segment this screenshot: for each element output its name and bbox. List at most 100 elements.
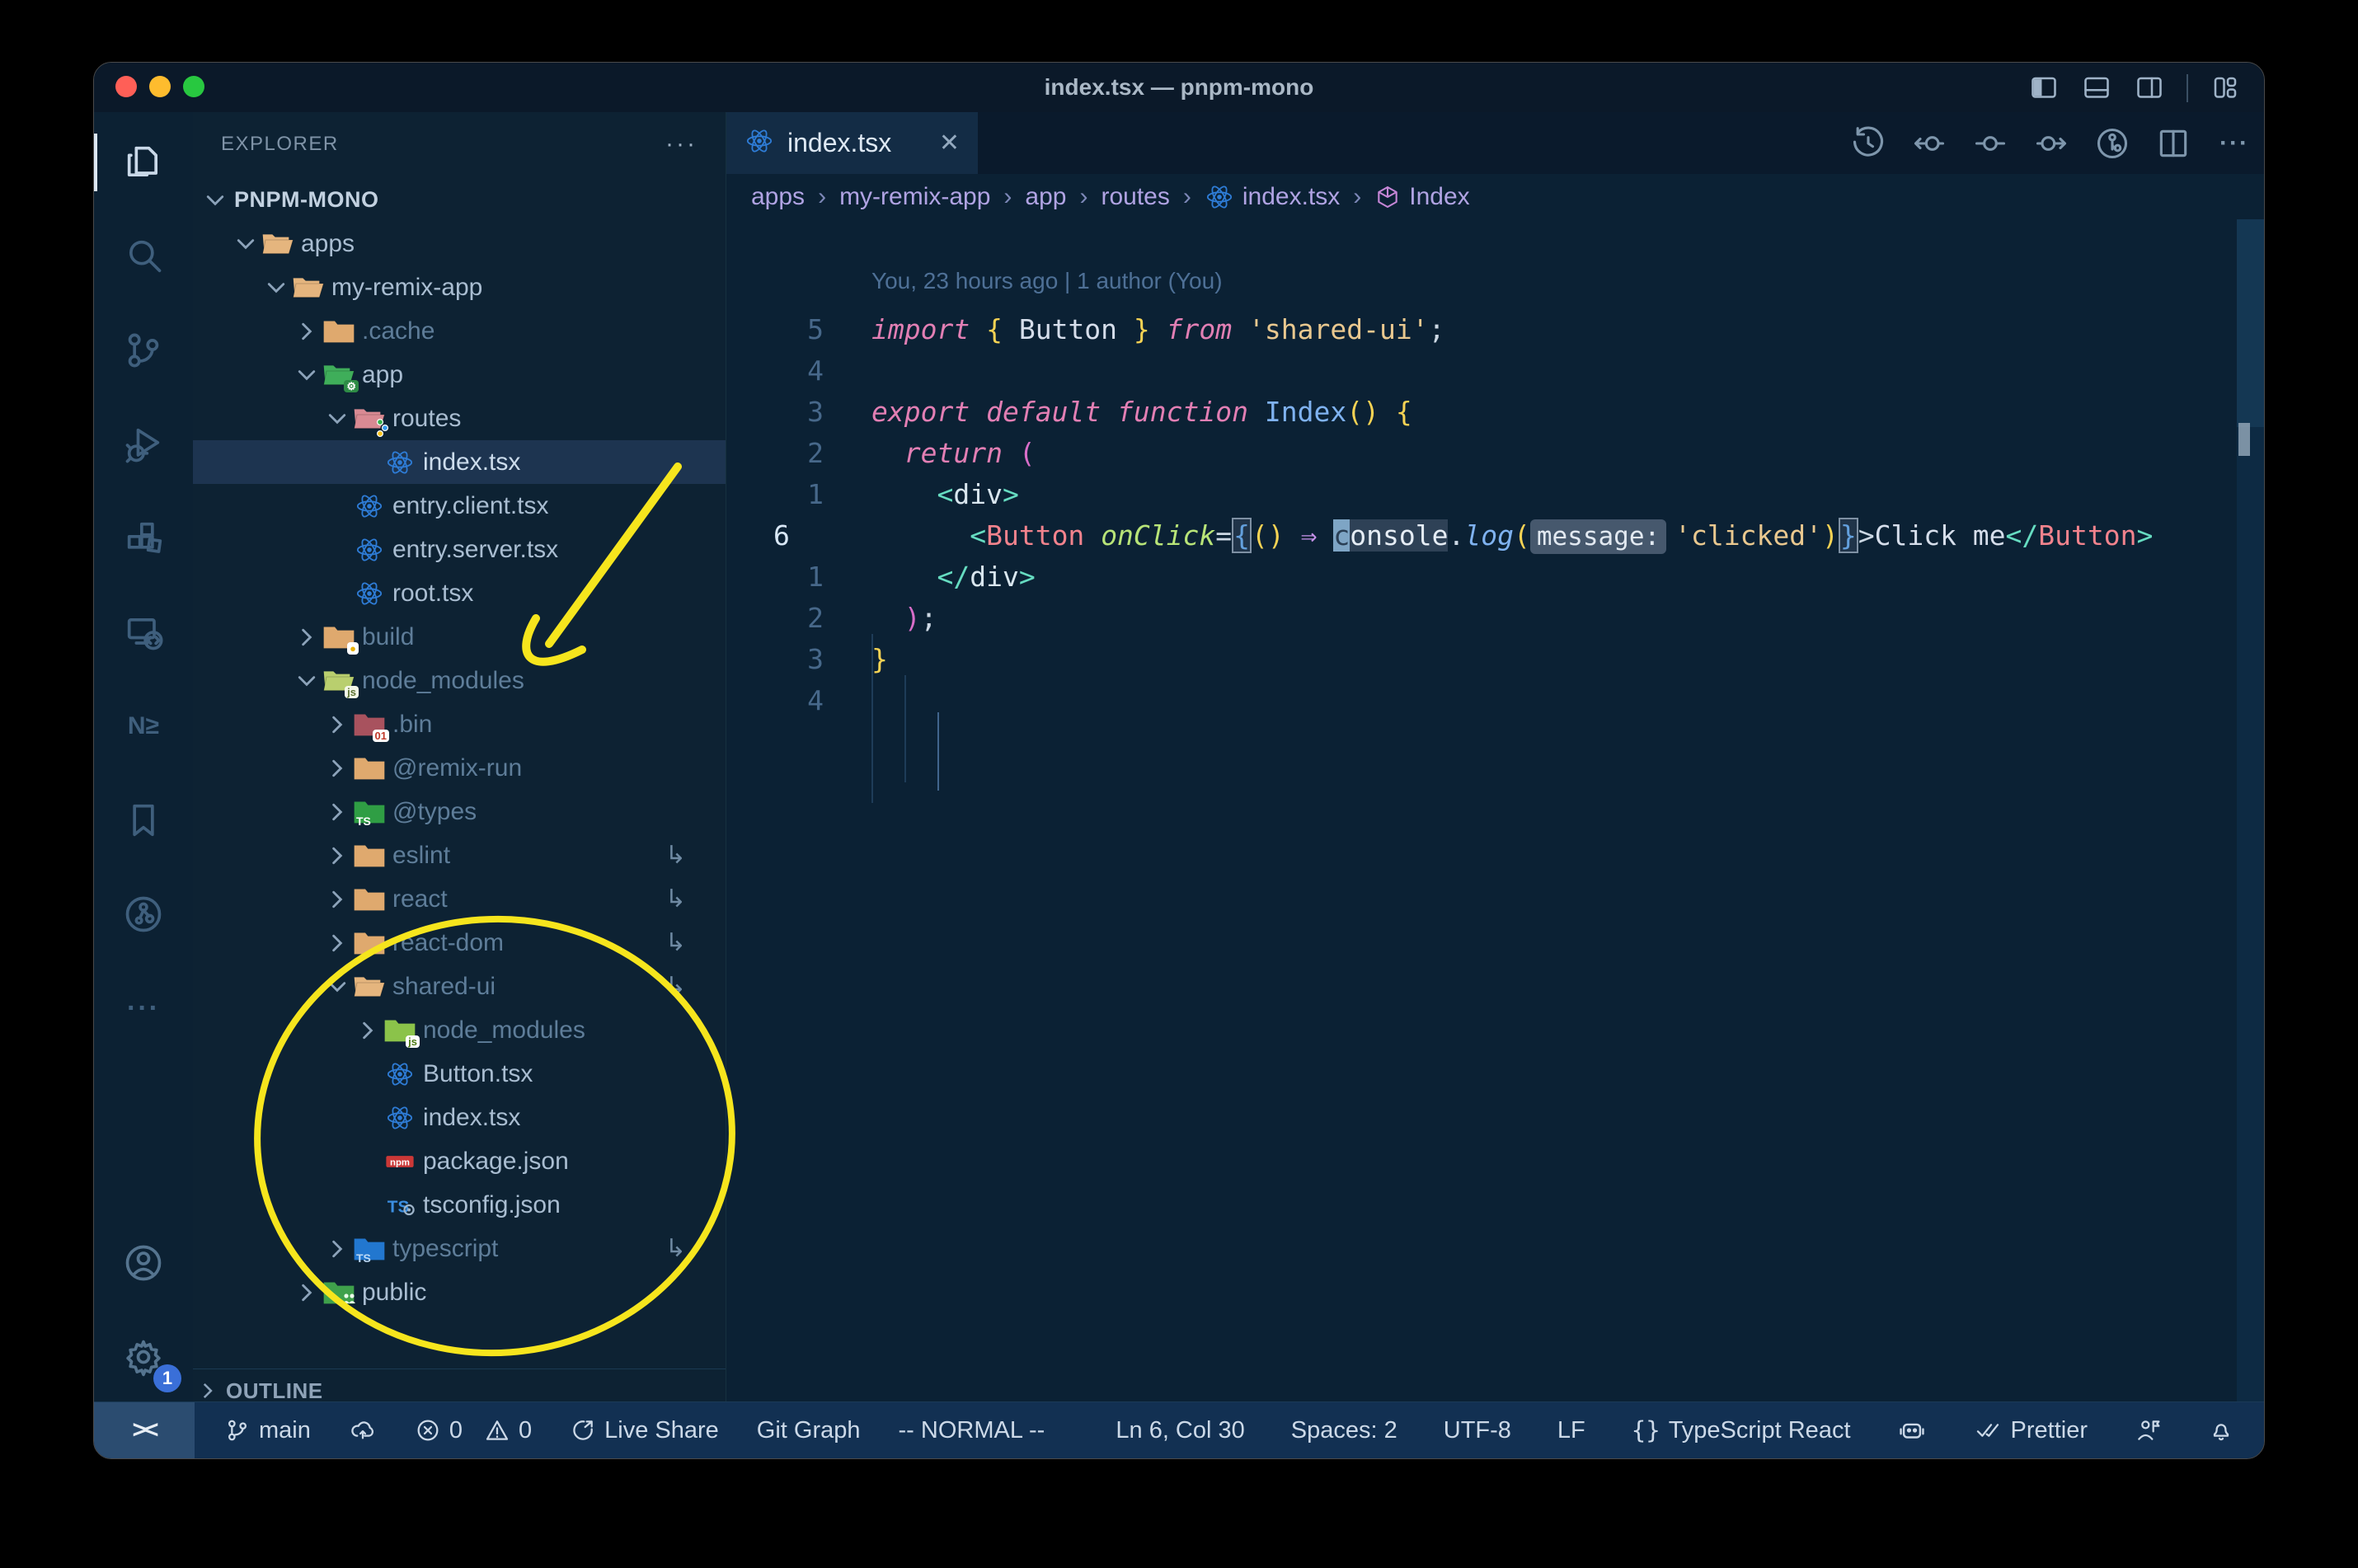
tree-item-package-json[interactable]: npm package.json <box>193 1139 726 1183</box>
tree-item-routes[interactable]: routes <box>193 397 726 440</box>
tree-item-eslint[interactable]: eslint ↳ <box>193 833 726 877</box>
status-feedback[interactable] <box>2129 1402 2167 1458</box>
git-graph-icon[interactable] <box>2094 125 2130 162</box>
activity-bookmarks-icon[interactable] <box>94 773 193 867</box>
tree-item-entry-client-tsx[interactable]: entry.client.tsx <box>193 484 726 528</box>
tree-item-node-modules[interactable]: js node_modules <box>193 659 726 702</box>
timeline-icon[interactable] <box>1850 125 1886 162</box>
open-changes-icon[interactable] <box>1911 125 1947 162</box>
scrollbar-thumb[interactable] <box>2237 219 2264 427</box>
tree-item--remix-run[interactable]: @remix-run <box>193 746 726 790</box>
status-notifications[interactable] <box>2203 1402 2239 1458</box>
status-git-graph[interactable]: Git Graph <box>752 1402 866 1458</box>
tab-close-icon[interactable]: ✕ <box>939 129 960 157</box>
customize-layout-button[interactable] <box>2210 74 2241 102</box>
explorer-more-actions[interactable]: ··· <box>665 130 698 158</box>
activity-extensions-icon[interactable] <box>94 491 193 585</box>
activity-explorer-icon[interactable] <box>94 115 193 209</box>
code-line[interactable]: 5 import { Button } from 'shared-ui'; <box>726 308 2264 350</box>
code-line[interactable]: 3 export default function Index() { <box>726 391 2264 432</box>
status-errors[interactable]: 0 <box>410 1402 467 1458</box>
code-line[interactable]: 1 <div> <box>726 473 2264 514</box>
activity-search-icon[interactable] <box>94 209 193 303</box>
tree-item-label: @types <box>392 797 477 825</box>
activity-more-views-icon[interactable]: ··· <box>94 961 193 1055</box>
tree-item-root-tsx[interactable]: root.tsx <box>193 571 726 615</box>
settings-badge: 1 <box>153 1364 181 1392</box>
activity-accounts-icon[interactable] <box>94 1216 193 1310</box>
status-git-branch[interactable]: main <box>219 1402 316 1458</box>
previous-change-icon[interactable] <box>1972 125 2008 162</box>
tree-item-build[interactable]: ● build <box>193 615 726 659</box>
code-line[interactable]: 6 <Button onClick={() ⇒ console.log(mess… <box>726 514 2264 556</box>
split-editor-icon[interactable] <box>2155 125 2191 162</box>
breadcrumb-app[interactable]: app <box>1025 183 1066 211</box>
toggle-secondary-sidebar-button[interactable] <box>2134 74 2165 102</box>
code-line[interactable]: 2 return ( <box>726 432 2264 473</box>
tab-index-tsx[interactable]: index.tsx ✕ <box>726 112 978 174</box>
activity-run-debug-icon[interactable] <box>94 397 193 491</box>
tree-item-react[interactable]: react ↳ <box>193 877 726 921</box>
tree-item-my-remix-app[interactable]: my-remix-app <box>193 265 726 309</box>
tree-item-index-tsx[interactable]: index.tsx <box>193 440 726 484</box>
line-number: 1 <box>807 477 824 510</box>
code-line[interactable]: 2 ); <box>726 597 2264 638</box>
activity-gitlens-icon[interactable] <box>94 867 193 961</box>
tree-item--bin[interactable]: 01 .bin <box>193 702 726 746</box>
tree-item-typescript[interactable]: TS typescript ↳ <box>193 1227 726 1270</box>
code-line[interactable]: 1 </div> <box>726 556 2264 597</box>
breadcrumb-index[interactable]: Index <box>1374 183 1470 211</box>
next-change-icon[interactable] <box>2033 125 2069 162</box>
status-live-share[interactable]: Live Share <box>565 1402 724 1458</box>
tree-item-tsconfig-json[interactable]: TS tsconfig.json <box>193 1183 726 1227</box>
breadcrumb-apps[interactable]: apps <box>751 183 805 211</box>
code-line[interactable]: 4 <box>726 679 2264 721</box>
folder-open-tan-icon <box>260 230 296 258</box>
activity-settings-icon[interactable]: 1 <box>94 1310 193 1404</box>
breadcrumb-routes[interactable]: routes <box>1101 183 1169 211</box>
code-text: <Button onClick={() ⇒ console.log(messag… <box>871 517 2153 554</box>
tree-item-entry-server-tsx[interactable]: entry.server.tsx <box>193 528 726 571</box>
tree-item-shared-ui[interactable]: shared-ui ↳ <box>193 965 726 1008</box>
status-sync[interactable] <box>344 1402 382 1458</box>
tree-item-apps[interactable]: apps <box>193 222 726 265</box>
tree-item--types[interactable]: TS @types <box>193 790 726 833</box>
breadcrumb-my-remix-app[interactable]: my-remix-app <box>839 183 990 211</box>
activity-nx-console-icon[interactable]: N≥ <box>94 679 193 773</box>
vertical-scrollbar[interactable] <box>2237 219 2264 1404</box>
tree-item-app[interactable]: ⚙ app <box>193 353 726 397</box>
more-actions-icon[interactable]: ··· <box>2216 125 2252 162</box>
tree-item-label: tsconfig.json <box>423 1190 561 1218</box>
tree-item-node-modules[interactable]: js node_modules <box>193 1008 726 1052</box>
breadcrumb-label: apps <box>751 183 806 210</box>
status-copilot[interactable] <box>1892 1402 1932 1458</box>
status-remote-indicator[interactable]: >< <box>94 1402 195 1458</box>
file-tree: PNPM-MONO apps my-remix-app .cache ⚙ app route… <box>193 178 726 1314</box>
status-warnings[interactable]: 0 <box>479 1402 537 1458</box>
tree-item-pnpm-mono[interactable]: PNPM-MONO <box>193 178 726 222</box>
activity-source-control-icon[interactable] <box>94 303 193 397</box>
status-prettier[interactable]: Prettier <box>1968 1402 2093 1458</box>
breadcrumb-index-tsx[interactable]: index.tsx <box>1205 183 1340 211</box>
status-encoding[interactable]: UTF-8 <box>1439 1402 1516 1458</box>
chevron-right-icon <box>193 1380 221 1401</box>
tree-item-label: index.tsx <box>423 1103 521 1131</box>
status-vim-mode[interactable]: -- NORMAL -- <box>894 1402 1050 1458</box>
tree-item-public[interactable]: public <box>193 1270 726 1314</box>
tree-item-index-tsx[interactable]: index.tsx <box>193 1096 726 1139</box>
activity-remote-explorer-icon[interactable] <box>94 585 193 679</box>
tree-item-button-tsx[interactable]: Button.tsx <box>193 1052 726 1096</box>
status-language-mode[interactable]: {} TypeScript React <box>1627 1402 1856 1458</box>
chevron-right-icon <box>323 888 351 911</box>
toggle-primary-sidebar-button[interactable] <box>2028 74 2060 102</box>
tree-item-react-dom[interactable]: react-dom ↳ <box>193 921 726 965</box>
tree-item-label: public <box>362 1278 427 1306</box>
status-indentation[interactable]: Spaces: 2 <box>1286 1402 1402 1458</box>
status-cursor-position[interactable]: Ln 6, Col 30 <box>1111 1402 1249 1458</box>
code-area[interactable]: 5 import { Button } from 'shared-ui'; 4 3 ex… <box>726 308 2264 721</box>
code-line[interactable]: 3} <box>726 638 2264 679</box>
status-eol[interactable]: LF <box>1552 1402 1590 1458</box>
code-line[interactable]: 4 <box>726 350 2264 391</box>
toggle-panel-button[interactable] <box>2081 74 2112 102</box>
tree-item--cache[interactable]: .cache <box>193 309 726 353</box>
